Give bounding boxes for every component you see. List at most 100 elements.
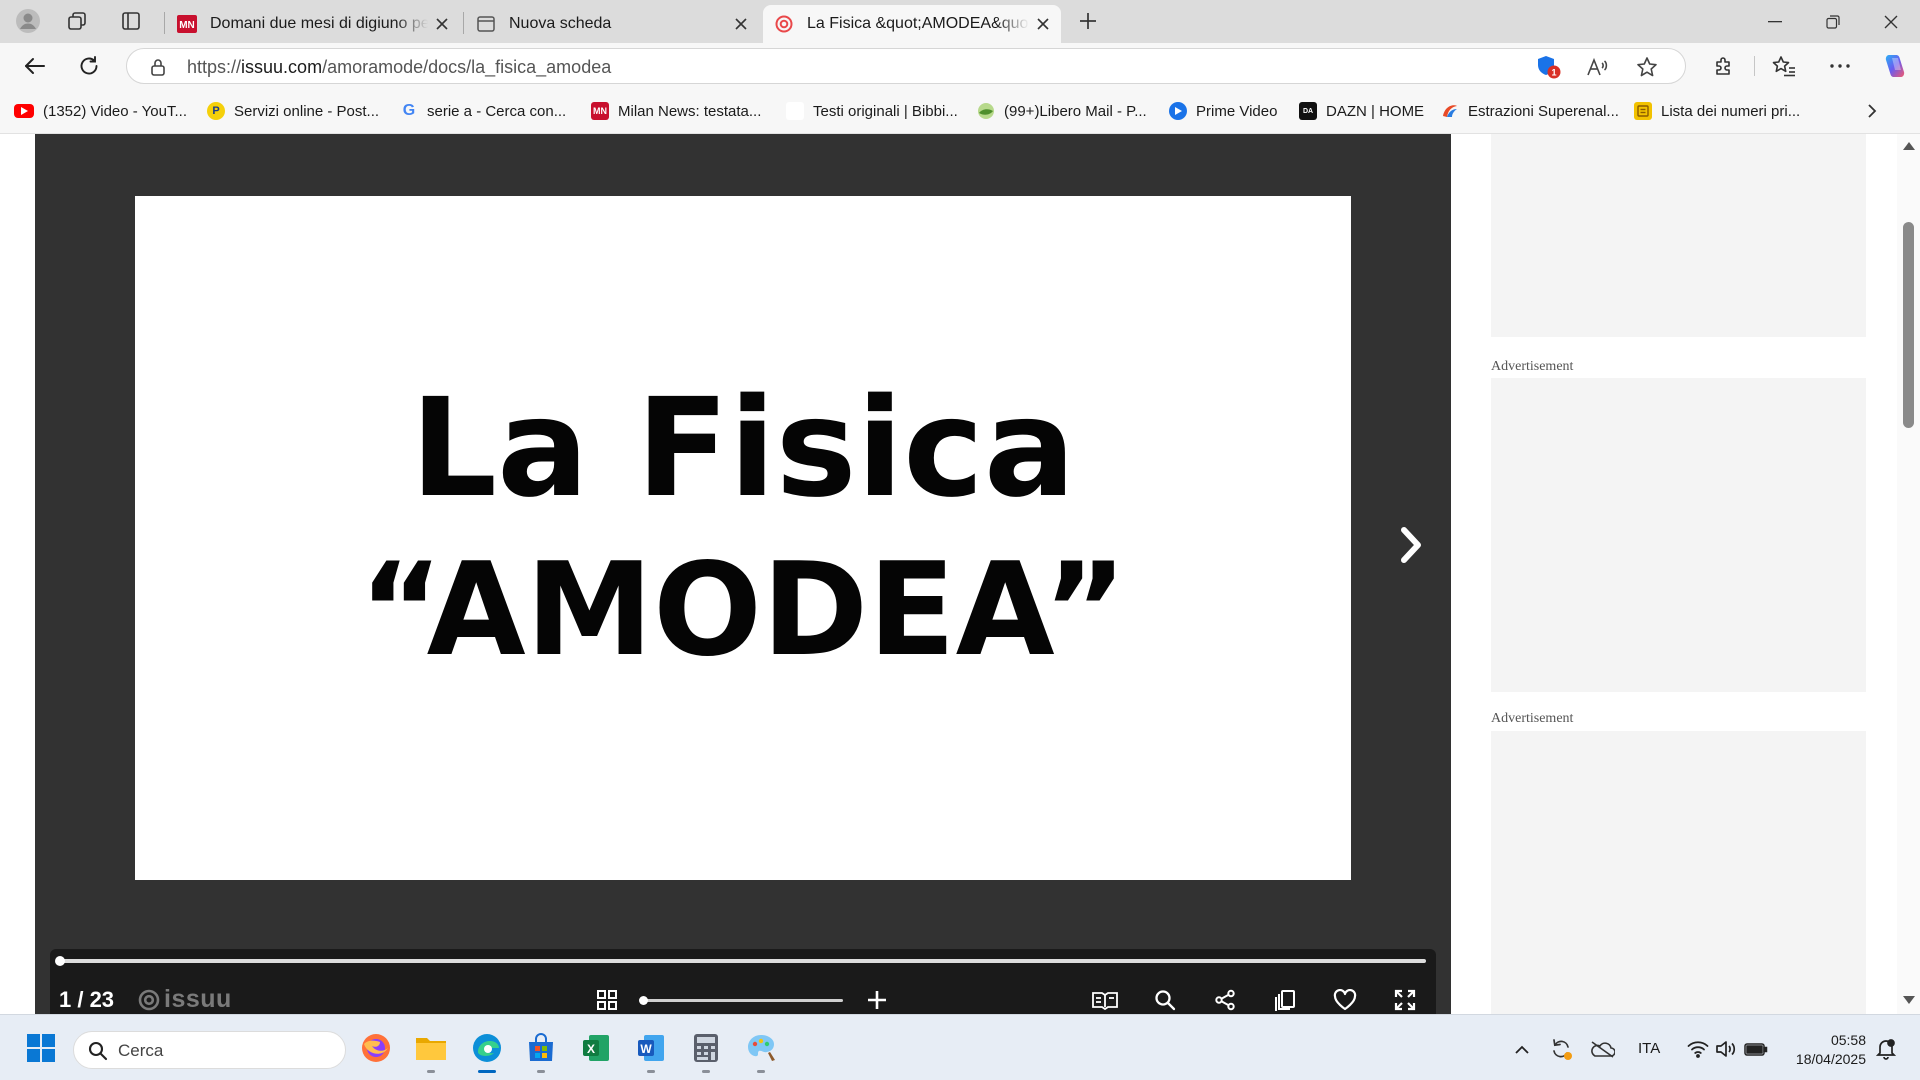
bookmark-google[interactable]: G serie a - Cerca con...: [400, 99, 566, 123]
page-progress-slider[interactable]: [55, 956, 1426, 966]
refresh-button[interactable]: [71, 48, 107, 84]
issuu-logo[interactable]: issuu: [138, 985, 232, 1014]
reader-mode-icon[interactable]: [1091, 986, 1119, 1014]
page-counter: 1 / 23: [59, 987, 115, 1012]
favorite-star-icon[interactable]: [1632, 52, 1662, 82]
excel-app[interactable]: X: [575, 1026, 617, 1070]
address-bar[interactable]: https://issuu.com/amoramode/docs/la_fisi…: [126, 48, 1686, 84]
battery-icon[interactable]: [1742, 1035, 1770, 1063]
bookmark-testi-originali[interactable]: Testi originali | Bibbi...: [786, 99, 958, 123]
fullscreen-icon[interactable]: [1391, 986, 1419, 1014]
tab-nuova-scheda[interactable]: Nuova scheda: [465, 5, 759, 43]
onedrive-icon[interactable]: [1588, 1035, 1616, 1063]
notifications-bell-icon[interactable]: [1872, 1035, 1900, 1063]
dazn-icon: DA: [1299, 102, 1317, 120]
tab-la-fisica-amodea[interactable]: La Fisica &quot;AMODEA&quot; by: [763, 5, 1061, 43]
new-tab-button[interactable]: [1070, 6, 1106, 36]
minimize-button[interactable]: [1746, 0, 1804, 43]
scrollbar-thumb[interactable]: [1903, 222, 1914, 428]
ad-slot[interactable]: [1491, 378, 1866, 692]
shield-badge-icon[interactable]: 1: [1533, 52, 1563, 82]
back-button[interactable]: [17, 48, 53, 84]
superenalotto-icon: [1441, 102, 1459, 120]
running-indicator: [647, 1070, 655, 1073]
lock-icon[interactable]: [143, 52, 173, 82]
extensions-icon[interactable]: [1706, 48, 1742, 84]
browser-tab-bar: MN Domani due mesi di digiuno per C Nuov…: [0, 0, 1920, 43]
microsoft-store-app[interactable]: [520, 1026, 562, 1073]
firefox-app[interactable]: [355, 1026, 397, 1070]
word-icon: W: [638, 1035, 664, 1061]
tab-title: Domani due mesi di digiuno per C: [210, 15, 428, 32]
sync-status-icon[interactable]: [1547, 1035, 1575, 1063]
grid-view-icon[interactable]: [593, 986, 621, 1014]
issuu-document-viewer[interactable]: La Fisica “AMODEA” 1 / 23 issuu: [35, 134, 1451, 1014]
bookmark-label: Servizi online - Post...: [234, 102, 380, 120]
bookmark-label: Lista dei numeri pri...: [1661, 102, 1801, 120]
close-window-button[interactable]: [1862, 0, 1920, 43]
running-indicator: [427, 1070, 435, 1073]
search-icon[interactable]: [1151, 986, 1179, 1014]
running-indicator: [757, 1070, 765, 1073]
restore-button[interactable]: [1804, 0, 1862, 43]
zoom-slider[interactable]: [639, 996, 843, 1005]
add-to-stack-icon[interactable]: [1271, 986, 1299, 1014]
bookmark-label: (99+)Libero Mail - P...: [1004, 102, 1147, 120]
zoom-handle[interactable]: [639, 996, 648, 1005]
bookmark-superenalotto[interactable]: Estrazioni Superenal...: [1441, 99, 1619, 123]
palette-icon: [748, 1035, 775, 1061]
viewer-control-bar: 1 / 23 issuu: [50, 949, 1436, 1014]
bookmark-dazn[interactable]: DA DAZN | HOME: [1299, 99, 1424, 123]
file-explorer-app[interactable]: [410, 1026, 452, 1073]
tab-actions-icon[interactable]: [113, 6, 149, 36]
folder-icon: [416, 1038, 446, 1060]
profile-icon[interactable]: [10, 6, 46, 36]
bookmark-lista-numeri[interactable]: Lista dei numeri pri...: [1634, 99, 1800, 123]
like-heart-icon[interactable]: [1331, 986, 1359, 1014]
tab-domani[interactable]: MN Domani due mesi di digiuno per C: [166, 5, 460, 43]
issuu-icon: [773, 13, 795, 35]
bookmark-youtube[interactable]: (1352) Video - YouT...: [14, 99, 187, 123]
bookmark-milan-news[interactable]: MN Milan News: testata...: [591, 99, 761, 123]
libero-icon: [977, 102, 995, 120]
ad-slot[interactable]: [1491, 134, 1866, 337]
prime-video-icon: [1169, 102, 1187, 120]
bookmark-label: DAZN | HOME: [1326, 102, 1425, 120]
bookmark-libero-mail[interactable]: (99+)Libero Mail - P...: [977, 99, 1147, 123]
ad-slot[interactable]: [1491, 731, 1866, 1014]
running-indicator: [702, 1070, 710, 1073]
favorites-icon[interactable]: [1766, 48, 1802, 84]
start-button[interactable]: [20, 1026, 62, 1070]
bookmark-prime-video[interactable]: Prime Video: [1169, 99, 1277, 123]
close-tab-icon[interactable]: [727, 10, 755, 38]
word-app[interactable]: W: [630, 1026, 672, 1073]
zoom-in-icon[interactable]: [863, 986, 891, 1014]
read-aloud-icon[interactable]: [1582, 52, 1612, 82]
taskbar-search[interactable]: Cerca: [73, 1031, 346, 1069]
page-scrollbar[interactable]: [1897, 134, 1920, 1014]
url-text[interactable]: https://issuu.com/amoramode/docs/la_fisi…: [187, 57, 611, 78]
next-page-chevron-icon[interactable]: [1386, 520, 1436, 570]
copilot-icon[interactable]: [1876, 48, 1912, 84]
workspaces-icon[interactable]: [59, 6, 95, 36]
page-content: La Fisica “AMODEA” 1 / 23 issuu Advertis…: [0, 134, 1920, 1014]
close-tab-icon[interactable]: [1029, 10, 1057, 38]
document-page[interactable]: La Fisica “AMODEA”: [135, 196, 1351, 880]
more-options-icon[interactable]: [1822, 48, 1858, 84]
edge-app[interactable]: [466, 1026, 508, 1073]
paint-app[interactable]: [740, 1026, 782, 1073]
system-clock[interactable]: 05:58 18/04/2025: [1782, 1031, 1866, 1069]
show-hidden-icons-chevron-icon[interactable]: [1508, 1035, 1536, 1063]
calculator-app[interactable]: [685, 1026, 727, 1073]
issuu-wordmark: issuu: [164, 985, 232, 1013]
close-tab-icon[interactable]: [428, 10, 456, 38]
bookmark-poste[interactable]: P Servizi online - Post...: [207, 99, 379, 123]
mn-logo-icon: MN: [176, 13, 198, 35]
blank-page-icon: [786, 102, 804, 120]
input-language[interactable]: ITA: [1638, 1040, 1660, 1057]
wifi-icon[interactable]: [1684, 1035, 1712, 1063]
progress-handle[interactable]: [55, 956, 65, 966]
share-icon[interactable]: [1211, 986, 1239, 1014]
volume-icon[interactable]: [1712, 1035, 1740, 1063]
bookmarks-overflow-chevron-icon[interactable]: [1866, 99, 1878, 123]
